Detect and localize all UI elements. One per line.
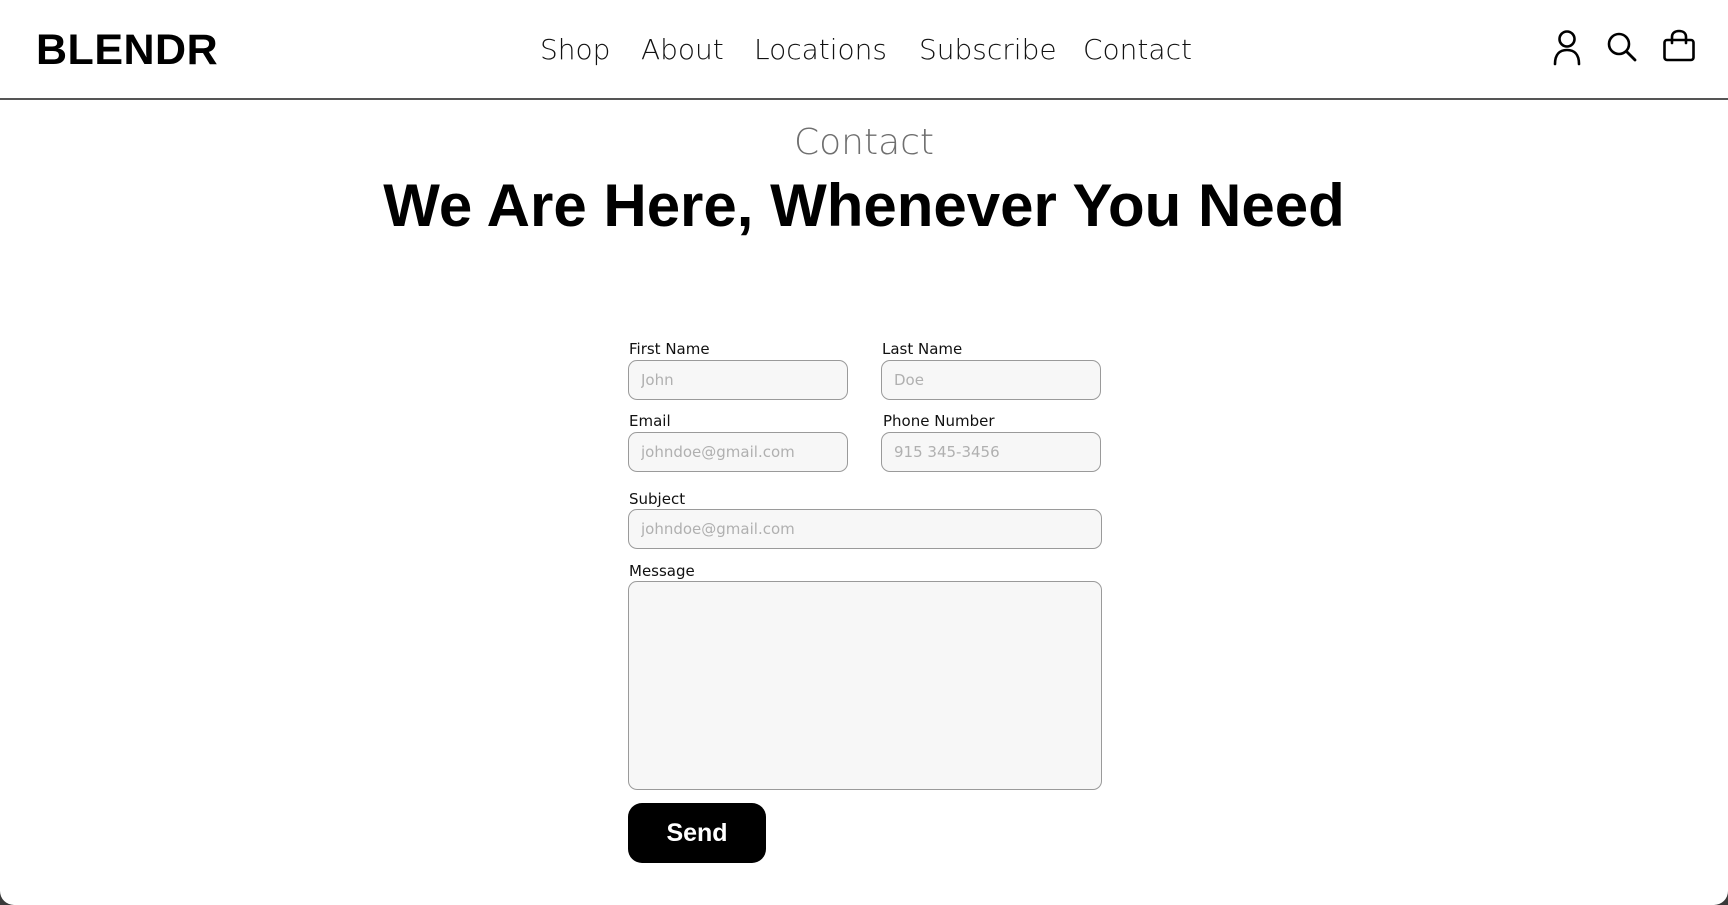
nav-subscribe[interactable]: Subscribe — [919, 28, 1057, 72]
message-textarea[interactable] — [628, 581, 1102, 790]
last-name-label: Last Name — [882, 340, 963, 358]
last-name-field[interactable] — [881, 360, 1101, 400]
nav-locations[interactable]: Locations — [754, 28, 887, 72]
first-name-label: First Name — [629, 340, 710, 358]
nav-contact[interactable]: Contact — [1083, 28, 1192, 72]
page-title: We Are Here, Whenever You Need — [383, 172, 1345, 239]
send-button[interactable]: Send — [628, 803, 766, 863]
email-label: Email — [629, 412, 671, 430]
phone-label: Phone Number — [883, 412, 995, 430]
subject-label: Subject — [629, 490, 686, 508]
bag-icon[interactable] — [1661, 28, 1697, 68]
message-label: Message — [629, 562, 695, 580]
section-eyebrow: Contact — [793, 122, 935, 163]
subject-field[interactable] — [628, 509, 1102, 549]
brand-logo[interactable]: BLENDR — [36, 22, 218, 78]
contact-page: BLENDR Shop About Locations Subscribe Co… — [0, 0, 1728, 905]
site-header: BLENDR Shop About Locations Subscribe Co… — [0, 0, 1728, 100]
email-field[interactable] — [628, 432, 848, 472]
search-icon[interactable] — [1604, 28, 1640, 68]
phone-field[interactable] — [881, 432, 1101, 472]
nav-shop[interactable]: Shop — [540, 28, 610, 72]
nav-about[interactable]: About — [641, 28, 724, 72]
user-icon[interactable] — [1549, 28, 1585, 68]
first-name-field[interactable] — [628, 360, 848, 400]
